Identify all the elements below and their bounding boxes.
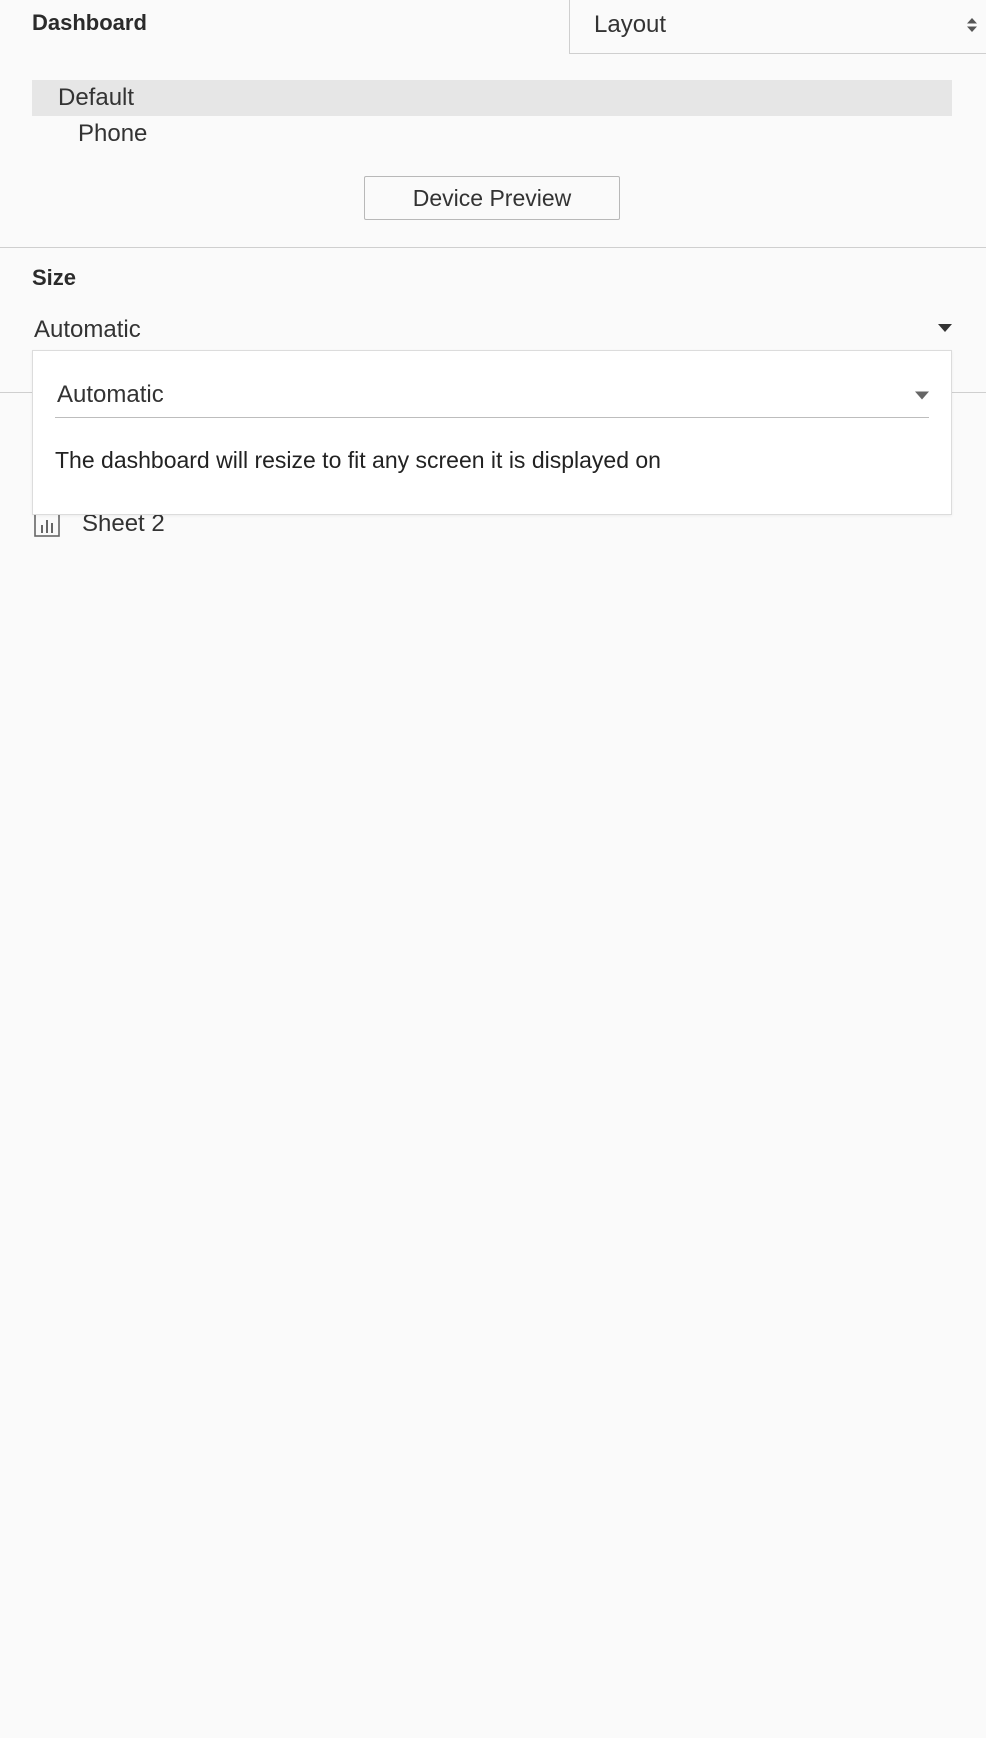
size-mode-description: The dashboard will resize to fit any scr… bbox=[55, 447, 661, 473]
size-mode-label: Automatic bbox=[57, 381, 164, 408]
caret-down-icon bbox=[915, 391, 929, 400]
device-item-phone[interactable]: Phone bbox=[32, 116, 952, 152]
section-divider bbox=[0, 247, 986, 248]
panel-title: Dashboard bbox=[32, 10, 147, 35]
size-dropdown-popup: Automatic The dashboard will resize to f… bbox=[32, 350, 952, 515]
size-select[interactable]: Automatic bbox=[32, 312, 952, 350]
layout-select-label: Layout bbox=[594, 11, 667, 38]
layout-select[interactable]: Layout bbox=[569, 0, 986, 54]
up-down-arrows-icon bbox=[967, 18, 977, 32]
device-item-label: Phone bbox=[78, 120, 148, 147]
size-select-label: Automatic bbox=[34, 316, 141, 343]
device-item-default[interactable]: Default bbox=[32, 80, 952, 116]
device-list: Default Phone bbox=[32, 80, 952, 152]
device-preview-button[interactable]: Device Preview bbox=[364, 176, 620, 220]
size-section-title: Size bbox=[32, 265, 77, 290]
size-mode-select[interactable]: Automatic bbox=[55, 371, 929, 418]
caret-down-icon bbox=[938, 324, 952, 332]
device-item-label: Default bbox=[58, 84, 135, 111]
